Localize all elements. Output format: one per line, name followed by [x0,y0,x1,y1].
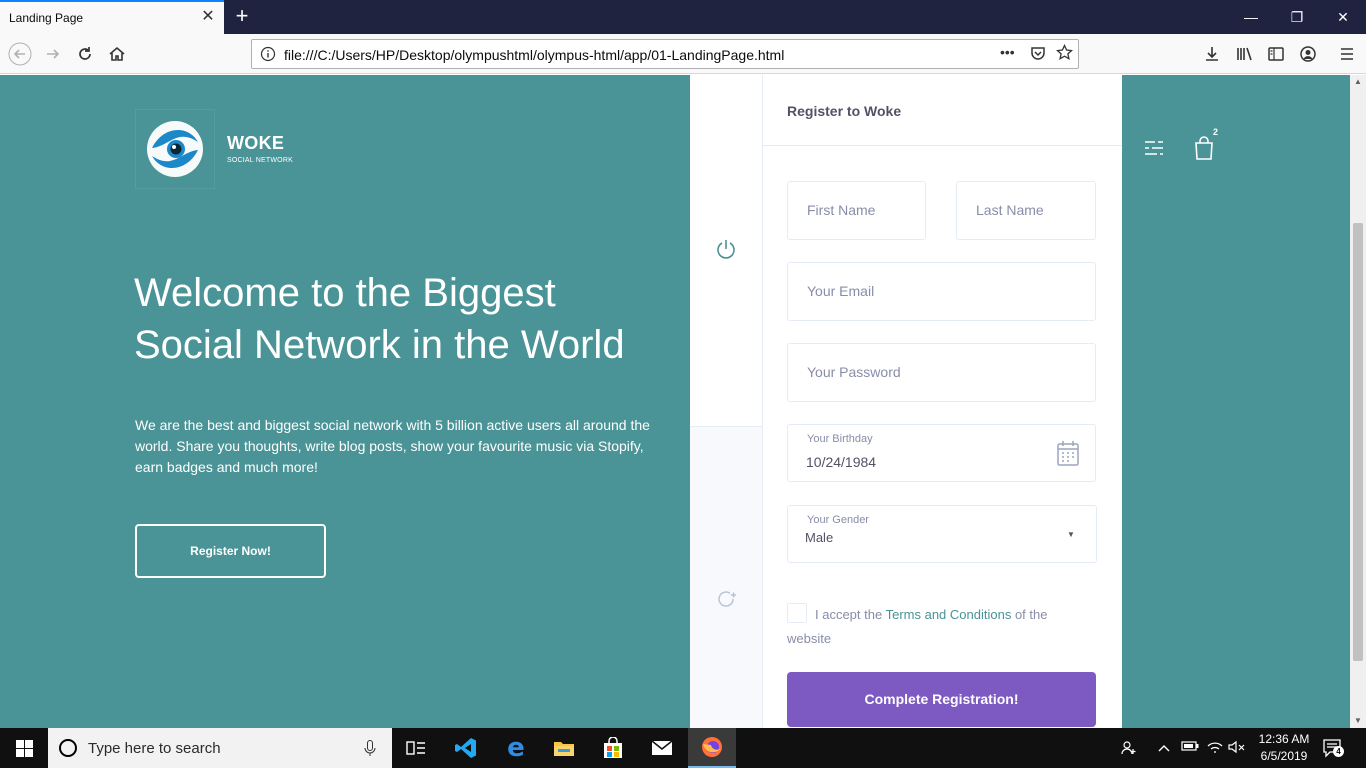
vscode-icon[interactable] [442,728,490,768]
password-field[interactable]: Your Password [787,343,1096,402]
show-hidden-icons-chevron-up-icon[interactable] [1156,740,1172,756]
birthday-field[interactable]: Your Birthday 10/24/1984 [787,424,1096,482]
browser-navbar: file:///C:/Users/HP/Desktop/olympushtml/… [0,34,1366,74]
microphone-icon[interactable] [364,740,376,762]
scroll-down-icon[interactable]: ▼ [1350,714,1366,728]
email-field[interactable]: Your Email [787,262,1096,321]
hero-description: We are the best and biggest social netwo… [135,417,650,475]
gender-label: Your Gender [807,514,869,526]
cortana-icon [58,738,78,763]
wifi-icon[interactable] [1206,740,1223,756]
downloads-icon[interactable] [1200,42,1224,66]
windows-taskbar: Type here to search e 12:36 AM 6/5/2019 … [0,728,1366,768]
hero-title-line-2: Social Network in the World [134,323,625,367]
battery-icon[interactable] [1181,740,1199,756]
birthday-value: 10/24/1984 [806,454,877,470]
gender-select[interactable]: Your Gender Male ▼ [787,505,1097,563]
auth-tab-inactive[interactable] [690,426,762,728]
clock-time: 12:36 AM [1258,732,1310,746]
close-tab-icon[interactable]: ✕ [200,9,216,25]
register-now-button[interactable]: Register Now! [135,524,326,578]
terms-link[interactable]: Terms and Conditions [886,607,1012,622]
new-tab-icon[interactable]: + [230,4,254,28]
site-info-icon[interactable] [260,46,276,62]
edge-icon[interactable]: e [492,728,540,768]
birthday-label: Your Birthday [807,433,873,445]
woke-eye-logo-icon [147,121,203,177]
search-placeholder: Type here to search [88,740,221,757]
people-icon[interactable] [1121,740,1137,756]
hero-title: Welcome to the Biggest Social Network in… [134,267,694,371]
store-icon[interactable] [589,728,637,768]
scroll-up-icon[interactable]: ▲ [1350,75,1366,89]
first-name-field[interactable]: First Name [787,181,926,240]
power-login-icon[interactable] [714,237,738,266]
volume-muted-icon[interactable] [1228,740,1245,756]
close-window-icon[interactable]: ✕ [1320,0,1366,34]
calendar-icon[interactable] [1056,440,1080,472]
url-bar[interactable]: file:///C:/Users/HP/Desktop/olympushtml/… [251,39,1079,69]
registration-header: Register to Woke [763,75,1122,146]
gender-value: Male [805,530,834,545]
forward-icon[interactable] [41,42,65,66]
refresh-add-icon[interactable] [714,587,738,616]
page-actions-icon[interactable]: ••• [1000,44,1015,60]
shopping-bag-icon[interactable] [1193,135,1215,166]
page-scrollbar[interactable]: ▲ ▼ [1350,75,1366,728]
restore-icon[interactable]: ❐ [1274,0,1320,34]
task-view-icon[interactable] [392,728,440,768]
logo-box[interactable] [135,109,215,189]
url-text: file:///C:/Users/HP/Desktop/olympushtml/… [284,47,785,63]
browser-tab[interactable]: Landing Page ✕ [0,0,224,34]
terms-text: I accept the Terms and Conditions of the… [787,603,1087,651]
taskbar-clock[interactable]: 12:36 AM 6/5/2019 [1256,731,1312,765]
cart-count-badge: 2 [1213,127,1219,137]
sidebar-icon[interactable] [1264,42,1288,66]
windows-start-icon[interactable] [0,728,48,768]
complete-registration-button[interactable]: Complete Registration! [787,672,1096,727]
settings-lines-icon[interactable] [1143,138,1165,163]
mail-icon[interactable] [638,728,686,768]
logo-subtitle: SOCIAL NETWORK [227,157,293,164]
last-name-field[interactable]: Last Name [956,181,1096,240]
notification-count-badge: 4 [1333,746,1344,757]
last-name-placeholder: Last Name [976,202,1044,218]
first-name-placeholder: First Name [807,202,876,218]
registration-title: Register to Woke [787,103,902,119]
email-placeholder: Your Email [807,283,875,299]
taskbar-search-box[interactable]: Type here to search [48,728,392,768]
registration-panel: Register to Woke First Name Last Name Yo… [763,75,1122,728]
clock-date: 6/5/2019 [1260,749,1308,763]
browser-titlebar: Landing Page ✕ + — ❐ ✕ [0,0,1366,34]
landing-page: WOKE SOCIAL NETWORK Welcome to the Bigge… [0,75,1350,728]
terms-prefix: I accept the [815,607,886,622]
password-placeholder: Your Password [807,364,901,380]
chevron-down-icon: ▼ [1067,530,1075,539]
tab-title: Landing Page [9,11,84,25]
logo-title: WOKE [227,133,285,153]
action-center-icon[interactable]: 4 [1322,738,1344,758]
bookmark-star-icon[interactable] [1056,43,1073,66]
account-icon[interactable] [1296,42,1320,66]
back-icon[interactable] [8,42,32,66]
minimize-icon[interactable]: — [1228,0,1274,34]
firefox-icon[interactable] [688,728,736,768]
auth-tabs-strip [690,75,763,728]
home-icon[interactable] [105,42,129,66]
reload-icon[interactable] [73,42,97,66]
menu-icon[interactable] [1335,42,1359,66]
pocket-icon[interactable] [1030,45,1046,66]
file-explorer-icon[interactable] [540,728,588,768]
library-icon[interactable] [1232,42,1256,66]
scroll-thumb[interactable] [1353,223,1363,661]
hero-title-line-1: Welcome to the Biggest [134,271,556,315]
